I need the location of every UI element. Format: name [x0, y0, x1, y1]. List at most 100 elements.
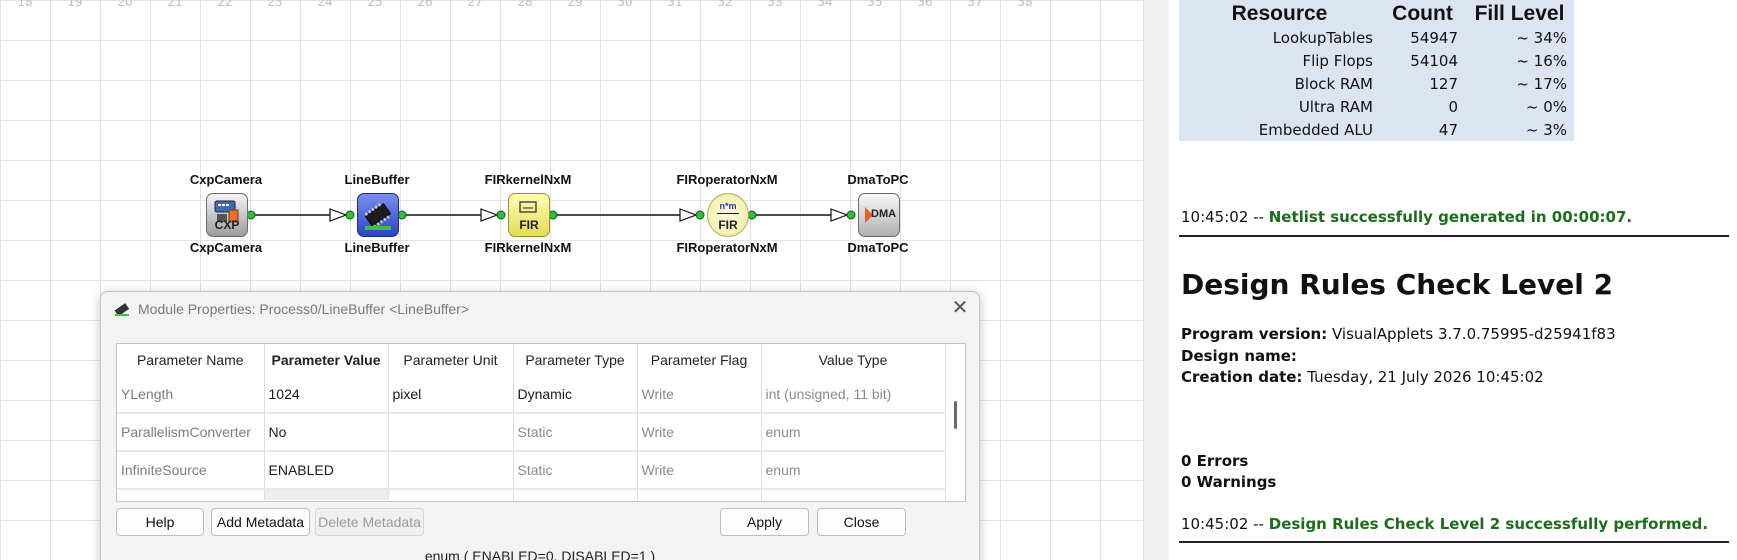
- param-type-cell: Static: [513, 451, 638, 490]
- param-name-cell: ParallelismConverter: [117, 413, 265, 452]
- add-metadata-button[interactable]: Add Metadata: [211, 508, 310, 536]
- close-button[interactable]: Close: [817, 508, 906, 536]
- param-unit-cell: pixel: [388, 376, 514, 414]
- apply-button[interactable]: Apply: [720, 508, 809, 536]
- table-row: Ultra RAM 0 ~ 0%: [1179, 95, 1574, 118]
- count-cell: 54947: [1410, 28, 1458, 47]
- column-header[interactable]: Parameter Name: [117, 344, 265, 376]
- creation-date-value: Tuesday, 21 July 2026 10:45:02: [1307, 368, 1544, 386]
- module-fir-operator[interactable]: FIRoperatorNxM n*m FIR FIRoperatorNxM: [642, 172, 812, 272]
- separator-line: [1179, 235, 1729, 237]
- column-header[interactable]: Parameter Flag: [637, 344, 762, 376]
- resource-table: Resource Count Fill Level LookupTables 5…: [1179, 0, 1574, 141]
- resource-cell: Embedded ALU: [1258, 120, 1373, 139]
- column-header[interactable]: Parameter Type: [513, 344, 638, 376]
- splitter-handle[interactable]: [1143, 0, 1170, 560]
- param-flag-cell: Write: [637, 451, 762, 490]
- fill-cell: ~ 0%: [1525, 97, 1567, 116]
- error-count: 0 Errors: [1181, 452, 1249, 470]
- warning-count: 0 Warnings: [1181, 473, 1277, 491]
- param-value-cell[interactable]: No: [264, 413, 389, 452]
- report-pane: Resource Count Fill Level LookupTables 5…: [1169, 0, 1737, 560]
- resource-cell: LookupTables: [1272, 28, 1373, 47]
- module-dma-to-pc[interactable]: DmaToPC DMA DmaToPC: [793, 172, 963, 272]
- resource-cell: Flip Flops: [1302, 51, 1373, 70]
- separator-line: [1179, 541, 1729, 543]
- param-unit-cell: [388, 451, 514, 490]
- fill-cell: ~ 17%: [1516, 74, 1567, 93]
- module-line-buffer[interactable]: LineBuffer LineBuffer: [292, 172, 462, 272]
- module-label: LineBuffer: [344, 240, 410, 255]
- param-unit-cell: [388, 413, 514, 452]
- module-superscript: n*m: [719, 201, 737, 211]
- design-name-label: Design name:: [1181, 347, 1297, 365]
- table-vertical-scrollbar[interactable]: [948, 344, 962, 501]
- module-glyph: CXP: [214, 218, 240, 232]
- module-glyph: FIR: [519, 218, 539, 232]
- parameter-table[interactable]: Parameter Name Parameter Value Parameter…: [116, 343, 966, 502]
- program-version-label: Program version:: [1181, 325, 1328, 343]
- table-row: Embedded ALU 47 ~ 3%: [1179, 118, 1574, 141]
- table-header-row: Parameter Name Parameter Value Parameter…: [117, 344, 946, 376]
- camera-cxp-icon[interactable]: CXP: [206, 193, 248, 237]
- fill-cell: ~ 34%: [1516, 28, 1567, 47]
- fill-cell: ~ 3%: [1525, 120, 1567, 139]
- program-version-value: VisualApplets 3.7.0.75995-d25941f83: [1332, 325, 1616, 343]
- column-header[interactable]: Parameter Value: [264, 344, 389, 376]
- table-row[interactable]: YLength 1024 pixel Dynamic Write int (un…: [117, 376, 946, 414]
- netlist-status: Netlist successfully generated in 00:00:…: [1268, 208, 1633, 226]
- program-version-line: Program version: VisualApplets 3.7.0.759…: [1181, 325, 1616, 343]
- line-buffer-chip-icon: [114, 303, 130, 317]
- value-type-cell: int (unsigned, 11 bit): [761, 376, 946, 414]
- table-row: LookupTables 54947 ~ 34%: [1179, 26, 1574, 49]
- drc-heading: Design Rules Check Level 2: [1181, 268, 1614, 301]
- fill-cell: ~ 16%: [1516, 51, 1567, 70]
- module-label: CxpCamera: [189, 172, 263, 187]
- param-flag-cell: Write: [637, 376, 762, 414]
- creation-date-label: Creation date:: [1181, 368, 1303, 386]
- resource-header: Resource: [1231, 2, 1328, 25]
- count-header: Count: [1392, 2, 1453, 25]
- dialog-title: Module Properties: Process0/LineBuffer <…: [138, 301, 470, 317]
- value-type-cell: enum: [761, 451, 946, 490]
- param-type-cell: Dynamic: [513, 376, 638, 414]
- module-label: DmaToPC: [847, 240, 909, 255]
- fir-kernel-icon[interactable]: FIR: [508, 193, 550, 237]
- diagram-canvas[interactable]: 18 19 20 21 22 23 24 25 26 27 28 29 30 31 32 33 34 35 36 37…: [0, 0, 1143, 560]
- line-buffer-chip-icon[interactable]: [357, 193, 399, 237]
- module-label: FIRkernelNxM: [484, 172, 572, 187]
- param-name-cell: InfiniteSource: [117, 451, 265, 490]
- fir-operator-icon[interactable]: n*m FIR: [707, 193, 749, 237]
- module-glyph: DMA: [871, 208, 897, 220]
- table-row-partial: [117, 489, 946, 500]
- dma-icon[interactable]: DMA: [858, 193, 900, 237]
- value-type-cell: enum: [761, 413, 946, 452]
- module-properties-dialog[interactable]: Module Properties: Process0/LineBuffer <…: [100, 291, 980, 560]
- table-row[interactable]: InfiniteSource ENABLED Static Write enum: [117, 451, 946, 490]
- module-label: DmaToPC: [847, 172, 909, 187]
- creation-date-line: Creation date: Tuesday, 21 July 2026 10:…: [1181, 368, 1544, 386]
- param-name-cell: YLength: [117, 376, 265, 414]
- module-label: FIRkernelNxM: [484, 240, 572, 255]
- count-cell: 47: [1438, 120, 1458, 139]
- table-row: Flip Flops 54104 ~ 16%: [1179, 49, 1574, 72]
- netlist-message: 10:45:02 -- Netlist successfully generat…: [1181, 208, 1632, 226]
- module-label: LineBuffer: [344, 172, 410, 187]
- module-label: CxpCamera: [189, 240, 263, 255]
- column-header[interactable]: Value Type: [761, 344, 946, 376]
- module-label: FIRoperatorNxM: [676, 240, 778, 255]
- param-value-cell[interactable]: 1024: [264, 376, 389, 414]
- resource-cell: Block RAM: [1294, 74, 1373, 93]
- param-value-cell[interactable]: ENABLED: [264, 451, 389, 490]
- scrollbar-thumb[interactable]: [954, 401, 957, 429]
- module-fir-kernel[interactable]: FIRkernelNxM FIR FIRkernelNxM: [443, 172, 613, 272]
- drc-message: 10:45:02 -- Design Rules Check Level 2 s…: [1181, 515, 1708, 533]
- table-row[interactable]: ParallelismConverter No Static Write enu…: [117, 413, 946, 452]
- close-icon[interactable]: ✕: [947, 297, 973, 319]
- fill-level-header: Fill Level: [1474, 2, 1565, 25]
- help-button[interactable]: Help: [116, 508, 204, 536]
- delete-metadata-button[interactable]: Delete Metadata: [315, 508, 424, 536]
- module-cxp-camera[interactable]: CxpCamera CXP CxpCamera: [141, 172, 311, 272]
- drc-status: Design Rules Check Level 2 successfully …: [1268, 515, 1709, 533]
- column-header[interactable]: Parameter Unit: [388, 344, 514, 376]
